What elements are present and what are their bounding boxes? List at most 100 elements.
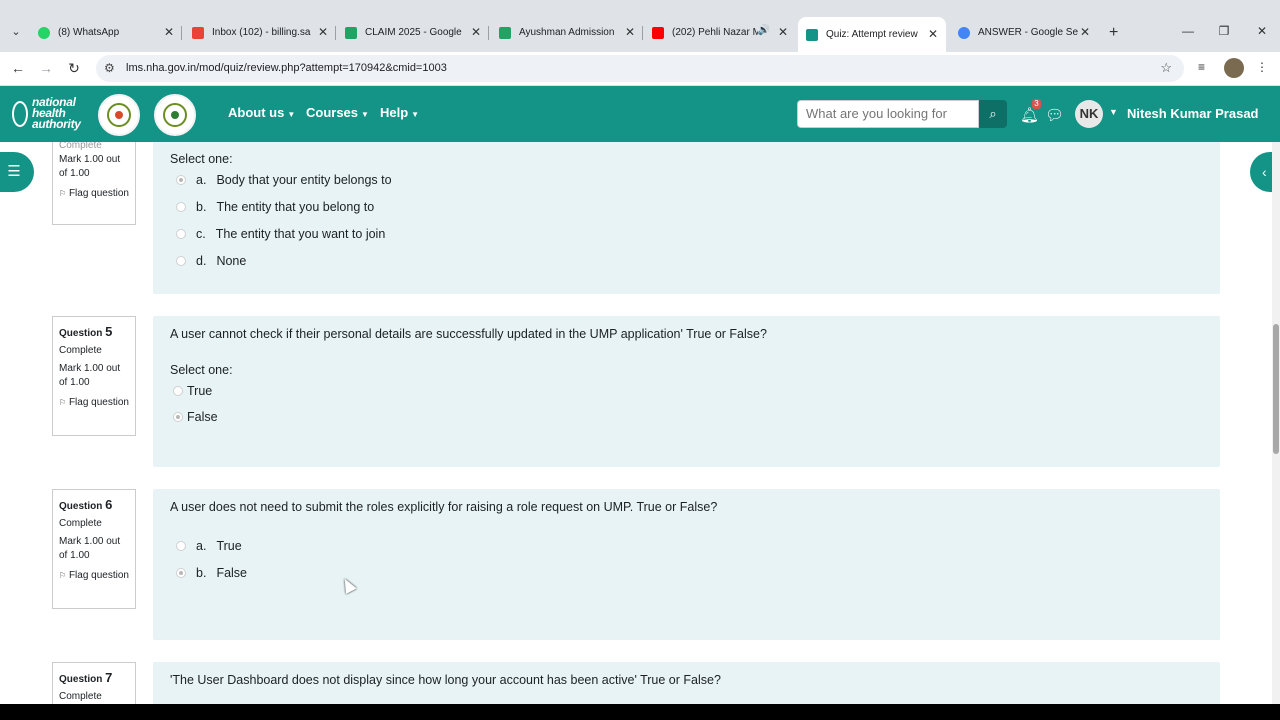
flag-label: Flag question xyxy=(68,397,129,408)
flag-question-link[interactable]: ⚐ Flag question xyxy=(59,187,129,201)
browser-profile-avatar[interactable] xyxy=(1224,58,1244,78)
close-tab-icon[interactable]: ✕ xyxy=(623,25,637,39)
tab-search-icon[interactable]: ⌄ xyxy=(6,23,26,41)
answer-option[interactable]: a. True xyxy=(176,539,242,553)
radio-button[interactable] xyxy=(173,386,183,396)
question-state: Complete xyxy=(59,142,102,151)
back-icon[interactable]: ← xyxy=(8,58,28,78)
answer-option[interactable]: True xyxy=(173,384,212,398)
option-text: False xyxy=(216,566,248,580)
close-tab-icon[interactable]: ✕ xyxy=(469,25,483,39)
page-scrollbar[interactable] xyxy=(1272,142,1280,704)
answer-option[interactable]: b. False xyxy=(176,566,247,580)
question-grade: Mark 1.00 out of 1.00 xyxy=(59,154,121,179)
answer-option[interactable]: b. The entity that you belong to xyxy=(176,200,374,214)
flag-question-link[interactable]: ⚐ Flag question xyxy=(59,396,129,410)
user-name[interactable]: Nitesh Kumar Prasad xyxy=(1127,106,1259,121)
answer-option[interactable]: False xyxy=(173,410,218,424)
question-grade: Mark 1.00 out of 1.00 xyxy=(59,363,121,388)
option-text: None xyxy=(216,254,247,268)
tab-whatsapp[interactable]: (8) WhatsApp ✕ xyxy=(38,22,176,43)
close-window-icon[interactable]: ✕ xyxy=(1252,24,1272,38)
radio-button[interactable] xyxy=(176,568,186,578)
question-number: Question 7 xyxy=(59,670,129,685)
restore-icon[interactable]: ❐ xyxy=(1214,24,1234,38)
question-number-value: 7 xyxy=(105,670,113,685)
flag-question-link[interactable]: ⚐ Flag question xyxy=(59,569,129,583)
speaker-icon[interactable]: 🔊 xyxy=(758,25,770,36)
nav-help[interactable]: Help ▼ xyxy=(380,105,419,120)
browser-tab-strip: ⌄ (8) WhatsApp ✕ Inbox (102) - billing.s… xyxy=(0,0,1280,52)
option-text: True xyxy=(216,539,242,553)
tab-google-search[interactable]: ANSWER - Google Sea ✕ xyxy=(958,22,1092,43)
tab-title: CLAIM 2025 - Google xyxy=(365,27,462,38)
question-label: Question xyxy=(59,501,103,512)
chevron-down-icon: ▼ xyxy=(361,110,369,119)
question-info-6: Question 6 Complete Mark 1.00 out of 1.0… xyxy=(52,489,136,609)
chevron-down-icon: ▼ xyxy=(411,110,420,119)
tab-youtube[interactable]: (202) Pehli Nazar M 🔊 ✕ xyxy=(652,22,790,43)
close-tab-icon[interactable]: ✕ xyxy=(926,27,940,41)
radio-button[interactable] xyxy=(176,202,186,212)
address-bar[interactable]: ⚙ lms.nha.gov.in/mod/quiz/review.php?att… xyxy=(96,55,1184,82)
sheets-icon xyxy=(499,26,511,39)
answer-option[interactable]: c. The entity that you want to join xyxy=(176,227,385,241)
browser-menu-icon[interactable]: ⋮ xyxy=(1256,60,1268,74)
question-content-4: Select one: a. Body that your entity belo… xyxy=(153,142,1220,294)
minimize-icon[interactable]: — xyxy=(1178,24,1198,38)
tab-quiz-review[interactable]: Quiz: Attempt review ✕ xyxy=(798,17,946,52)
scrollbar-thumb[interactable] xyxy=(1273,324,1279,454)
question-number-value: 6 xyxy=(105,497,113,512)
question-content-6: A user does not need to submit the roles… xyxy=(153,489,1220,640)
option-text: Body that your entity belongs to xyxy=(216,173,392,187)
sheets-icon xyxy=(345,26,357,39)
reload-icon[interactable]: ↻ xyxy=(64,58,84,78)
nav-about-us[interactable]: About us ▼ xyxy=(228,105,295,120)
radio-button[interactable] xyxy=(176,175,186,185)
messages-icon[interactable]: 💬︎ xyxy=(1045,106,1064,124)
nav-label: Help xyxy=(380,105,409,120)
chevron-down-icon[interactable]: ▼ xyxy=(1109,107,1118,117)
pmjay-emblem xyxy=(98,94,140,136)
block-drawer-toggle-icon[interactable]: ‹ xyxy=(1250,152,1272,192)
site-info-icon[interactable]: ⚙ xyxy=(104,61,115,75)
close-tab-icon[interactable]: ✕ xyxy=(316,25,330,39)
new-tab-icon[interactable]: + xyxy=(1109,24,1118,42)
nha-logo[interactable]: national health authority xyxy=(12,95,92,133)
user-avatar[interactable]: NK xyxy=(1075,100,1103,128)
close-tab-icon[interactable]: ✕ xyxy=(776,25,790,39)
question-content-7: 'The User Dashboard does not display sin… xyxy=(153,662,1220,704)
screen-bottom-bar xyxy=(0,704,1280,720)
radio-button[interactable] xyxy=(176,541,186,551)
search-input[interactable] xyxy=(806,101,976,125)
site-header: national health authority About us ▼ Cour… xyxy=(0,86,1280,142)
close-tab-icon[interactable]: ✕ xyxy=(162,25,176,39)
nav-courses[interactable]: Courses ▼ xyxy=(306,105,369,120)
question-number-value: 5 xyxy=(105,324,113,339)
search-icon[interactable]: ⌕ xyxy=(979,100,1007,128)
course-index-toggle-icon[interactable]: ☰ xyxy=(0,152,34,192)
option-text: True xyxy=(187,384,213,398)
ab-emblem xyxy=(154,94,196,136)
bookmark-star-icon[interactable]: ☆ xyxy=(1160,60,1172,76)
option-letter: a. xyxy=(196,539,207,553)
tab-title: ANSWER - Google Sea xyxy=(978,27,1078,38)
tab-separator xyxy=(335,26,336,40)
site-search xyxy=(797,100,979,128)
tab-claim-sheet[interactable]: CLAIM 2025 - Google ✕ xyxy=(345,22,483,43)
question-label: Question xyxy=(59,328,103,339)
tab-ayushman-sheet[interactable]: Ayushman Admission ✕ xyxy=(499,22,637,43)
forward-icon[interactable]: → xyxy=(36,58,56,78)
answer-option[interactable]: a. Body that your entity belongs to xyxy=(176,173,392,187)
question-state: Complete xyxy=(59,345,102,356)
select-one-prompt: Select one: xyxy=(170,152,233,166)
radio-button[interactable] xyxy=(173,412,183,422)
option-letter: b. xyxy=(196,200,207,214)
radio-button[interactable] xyxy=(176,229,186,239)
close-tab-icon[interactable]: ✕ xyxy=(1078,25,1092,39)
question-number: Question 5 xyxy=(59,324,129,339)
answer-option[interactable]: d. None xyxy=(176,254,246,268)
tab-gmail[interactable]: Inbox (102) - billing.sa ✕ xyxy=(192,22,330,43)
media-control-icon[interactable]: ≡ xyxy=(1198,60,1205,74)
radio-button[interactable] xyxy=(176,256,186,266)
